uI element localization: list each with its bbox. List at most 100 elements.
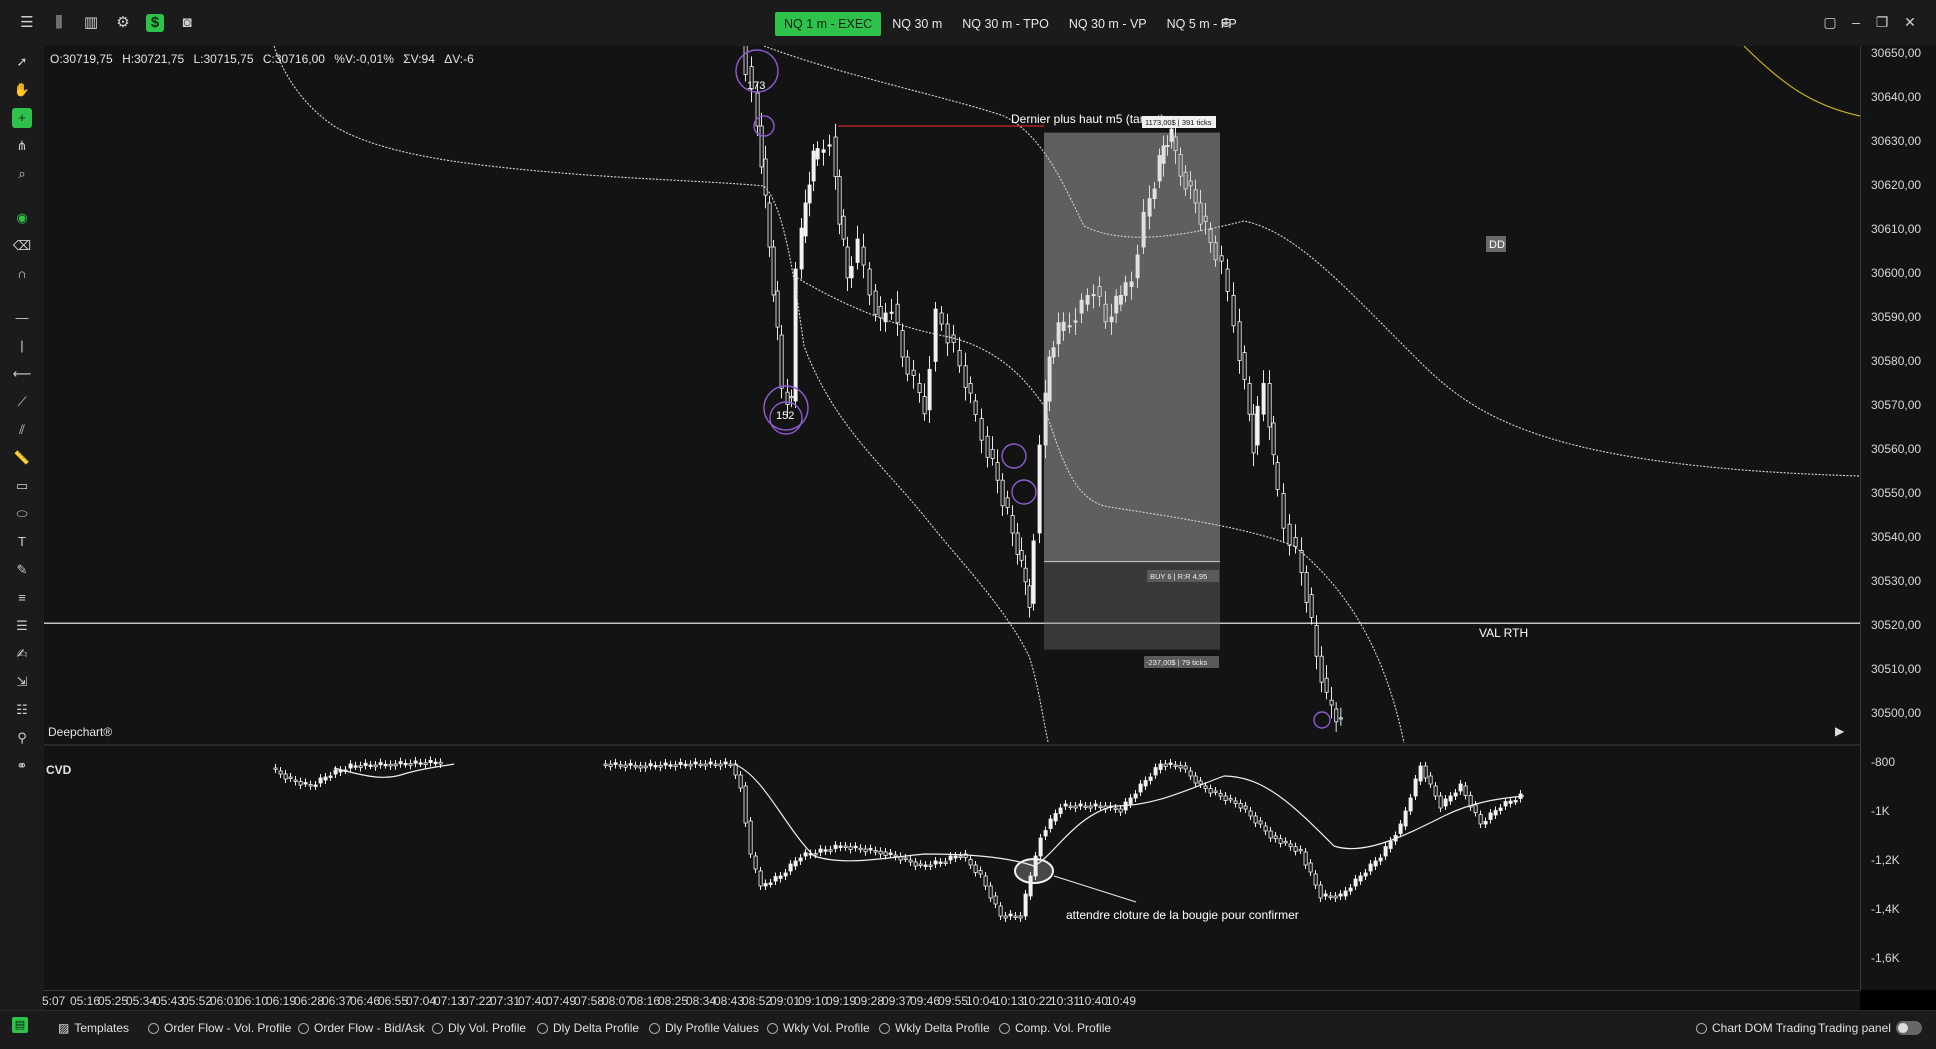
- plus-circle-icon[interactable]: ⊕: [1218, 14, 1234, 30]
- time-tick-label: 08:34: [686, 994, 717, 1008]
- candle-body: [873, 290, 878, 315]
- time-tick-label: 10:13: [994, 994, 1025, 1008]
- radio-icon: [999, 1022, 1010, 1034]
- cvd-candle: [858, 847, 863, 851]
- price-axis[interactable]: 30650,00 30640,00 30630,00 30620,00 30610,00…: [1835, 46, 1936, 990]
- cvd-candle: [308, 784, 313, 787]
- cvd-candle: [393, 763, 398, 767]
- time-tick-label: 08:52: [742, 994, 773, 1008]
- alert-icon[interactable]: ⚲: [12, 728, 32, 748]
- cvd-candle: [363, 762, 368, 766]
- gear-icon[interactable]: ⚙: [114, 14, 132, 32]
- template-wkly-delta-profile[interactable]: Wkly Delta Profile: [879, 1021, 990, 1035]
- vertical-line-icon[interactable]: |: [12, 336, 32, 356]
- template-dly-delta-profile[interactable]: Dly Delta Profile: [537, 1021, 639, 1035]
- cvd-candle: [368, 764, 373, 767]
- ellipse-icon[interactable]: ⬭: [12, 504, 32, 524]
- template-dly-profile-values[interactable]: Dly Profile Values: [649, 1021, 759, 1035]
- radio-icon: [298, 1022, 309, 1034]
- cvd-candle: [403, 763, 408, 766]
- chart-dom-trading-toggle[interactable]: Chart DOM Trading: [1696, 1021, 1816, 1035]
- time-tick-label: 10:31: [1050, 994, 1081, 1008]
- cursor-icon[interactable]: ➚: [12, 52, 32, 72]
- cvd-candle: [373, 764, 378, 768]
- cvd-candle: [348, 763, 353, 769]
- template-wkly-vol-profile[interactable]: Wkly Vol. Profile: [767, 1021, 870, 1035]
- template-label: Dly Profile Values: [665, 1021, 759, 1035]
- crosshair-icon[interactable]: +: [12, 108, 32, 128]
- candle-body: [767, 202, 772, 248]
- cvd-candle: [358, 765, 363, 768]
- eye-icon[interactable]: ◉: [12, 208, 32, 228]
- tab-nq-30m-vp[interactable]: NQ 30 m - VP: [1060, 12, 1156, 36]
- cvd-candle: [668, 764, 673, 767]
- highlight-ellipse: [1014, 858, 1054, 884]
- ruler-icon[interactable]: 📏: [12, 448, 32, 468]
- tab-nq-30m-tpo[interactable]: NQ 30 m - TPO: [953, 12, 1058, 36]
- horizontal-line-icon[interactable]: —: [12, 308, 32, 328]
- dollar-icon[interactable]: $: [146, 14, 164, 32]
- text-icon[interactable]: T: [12, 532, 32, 552]
- time-tick-label: 09:28: [854, 994, 885, 1008]
- cvd-candle: [1113, 807, 1118, 810]
- chart-area[interactable]: attendre cloture de la bougie pour confi…: [44, 46, 1860, 990]
- cvd-candle: [1188, 770, 1193, 777]
- close-icon[interactable]: ✕: [1902, 14, 1918, 30]
- trendline-icon[interactable]: ⟋: [12, 392, 32, 412]
- tab-nq-30m[interactable]: NQ 30 m: [883, 12, 951, 36]
- zoom-icon[interactable]: ⌕: [12, 164, 32, 184]
- candles-icon[interactable]: ⫼: [50, 14, 68, 32]
- cvd-candle: [1278, 838, 1283, 844]
- template-comp-vol-profile[interactable]: Comp. Vol. Profile: [999, 1021, 1111, 1035]
- cvd-candle: [883, 851, 888, 856]
- cvd-candle: [663, 762, 668, 766]
- cvd-candle: [1163, 763, 1168, 767]
- template-order-flow-bid-ask[interactable]: Order Flow - Bid/Ask: [298, 1021, 425, 1035]
- bar-chart-icon[interactable]: ▥: [82, 14, 100, 32]
- time-tick-label: 07:40: [518, 994, 549, 1008]
- cvd-candle: [983, 875, 988, 887]
- tab-nq-1m-exec[interactable]: NQ 1 m - EXEC: [775, 12, 882, 36]
- restore-icon[interactable]: ❐: [1874, 14, 1890, 30]
- brush-icon[interactable]: ✍: [12, 644, 32, 664]
- candle-body: [759, 125, 764, 168]
- pane-separator[interactable]: [44, 744, 1936, 746]
- cvd-candle: [943, 861, 948, 864]
- pencil-icon[interactable]: ✎: [12, 560, 32, 580]
- cvd-candle: [1153, 767, 1158, 776]
- magnet-icon[interactable]: ⋔: [12, 136, 32, 156]
- upper-band-line: [763, 46, 1860, 477]
- cvd-candle: [353, 765, 358, 768]
- fib-icon[interactable]: ≡: [12, 588, 32, 608]
- hand-icon[interactable]: ✋: [12, 80, 32, 100]
- cvd-candle: [333, 769, 338, 775]
- trading-panel-label: Trading panel: [1818, 1021, 1891, 1035]
- time-tick-label: 10:22: [1022, 994, 1053, 1008]
- eraser-icon[interactable]: ⌫: [12, 236, 32, 256]
- lock-magnet-icon[interactable]: ∩: [12, 264, 32, 284]
- cvd-candle: [378, 762, 383, 766]
- templates-button[interactable]: ▨ Templates: [58, 1021, 129, 1035]
- candle-body: [799, 227, 804, 270]
- time-axis[interactable]: 5:07 05:16 05:25 05:34 05:43 05:52 06:01 06:10 0…: [42, 990, 1860, 1011]
- minimize-icon[interactable]: –: [1848, 14, 1864, 30]
- channel-icon[interactable]: ⫽: [12, 420, 32, 440]
- cvd-candle: [1438, 795, 1443, 809]
- template-order-flow-vol-profile[interactable]: Order Flow - Vol. Profile: [148, 1021, 291, 1035]
- list-icon[interactable]: ☰: [12, 616, 32, 636]
- layout-icon[interactable]: ▢: [1822, 14, 1838, 30]
- profile-icon[interactable]: ☷: [12, 700, 32, 720]
- template-dly-vol-profile[interactable]: Dly Vol. Profile: [432, 1021, 526, 1035]
- long-position-icon[interactable]: ⇲: [12, 672, 32, 692]
- ray-icon[interactable]: ⟵: [12, 364, 32, 384]
- cvd-candle: [1048, 818, 1053, 829]
- panel-toggle-icon[interactable]: ▤: [12, 1017, 28, 1033]
- scroll-right-icon[interactable]: ▶: [1835, 724, 1844, 738]
- cvd-candle: [1223, 795, 1228, 801]
- camera-icon[interactable]: ◙: [178, 14, 196, 32]
- menu-icon[interactable]: ☰: [18, 14, 36, 32]
- settings-tools-icon[interactable]: ⚭: [12, 756, 32, 776]
- rectangle-icon[interactable]: ▭: [12, 476, 32, 496]
- candle-body: [755, 92, 760, 127]
- trading-panel-toggle[interactable]: Trading panel: [1818, 1021, 1922, 1035]
